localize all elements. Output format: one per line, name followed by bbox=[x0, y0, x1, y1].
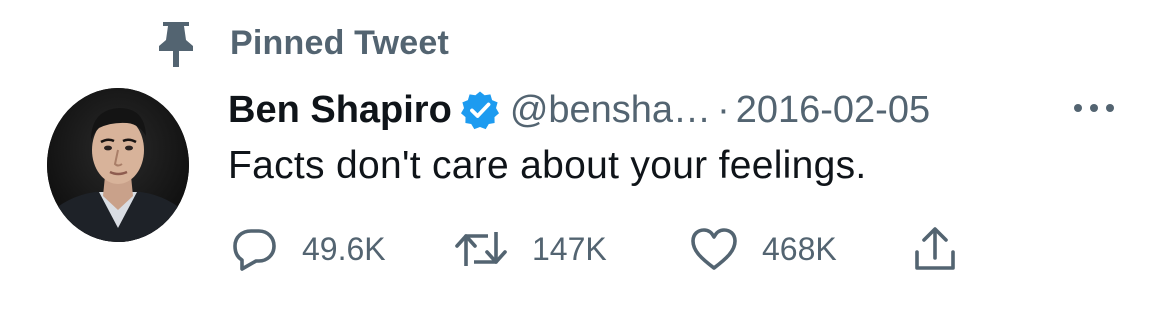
pin-icon bbox=[159, 22, 193, 67]
retweet-icon bbox=[455, 232, 507, 266]
like-button[interactable]: 468K bbox=[690, 224, 837, 274]
tweet-date[interactable]: 2016-02-05 bbox=[736, 89, 930, 132]
reply-count: 49.6K bbox=[302, 230, 386, 267]
user-handle[interactable]: @bensha… bbox=[510, 89, 711, 132]
separator-dot: · bbox=[717, 88, 730, 131]
retweet-button[interactable]: 147K bbox=[454, 224, 607, 274]
tweet-text: Facts don't care about your feelings. bbox=[228, 144, 867, 187]
like-icon bbox=[691, 228, 737, 270]
share-button[interactable] bbox=[912, 224, 958, 274]
pinned-indicator: Pinned Tweet bbox=[156, 18, 449, 70]
display-name[interactable]: Ben Shapiro bbox=[228, 89, 452, 132]
avatar[interactable] bbox=[47, 88, 189, 242]
reply-icon bbox=[233, 229, 276, 271]
pinned-label: Pinned Tweet bbox=[230, 24, 450, 62]
like-count: 468K bbox=[762, 230, 837, 267]
share-icon bbox=[915, 227, 955, 270]
tweet-header: Ben Shapiro @bensha… · 2016-02-05 bbox=[228, 84, 930, 136]
reply-button[interactable]: 49.6K bbox=[232, 224, 386, 274]
avatar-image bbox=[47, 88, 189, 242]
retweet-count: 147K bbox=[532, 230, 607, 267]
verified-badge-icon bbox=[460, 91, 499, 130]
more-options-icon[interactable] bbox=[1070, 98, 1118, 118]
pinned-tweet[interactable]: Pinned Tweet Ben Shapiro @bensha… · 2016… bbox=[0, 0, 1170, 322]
